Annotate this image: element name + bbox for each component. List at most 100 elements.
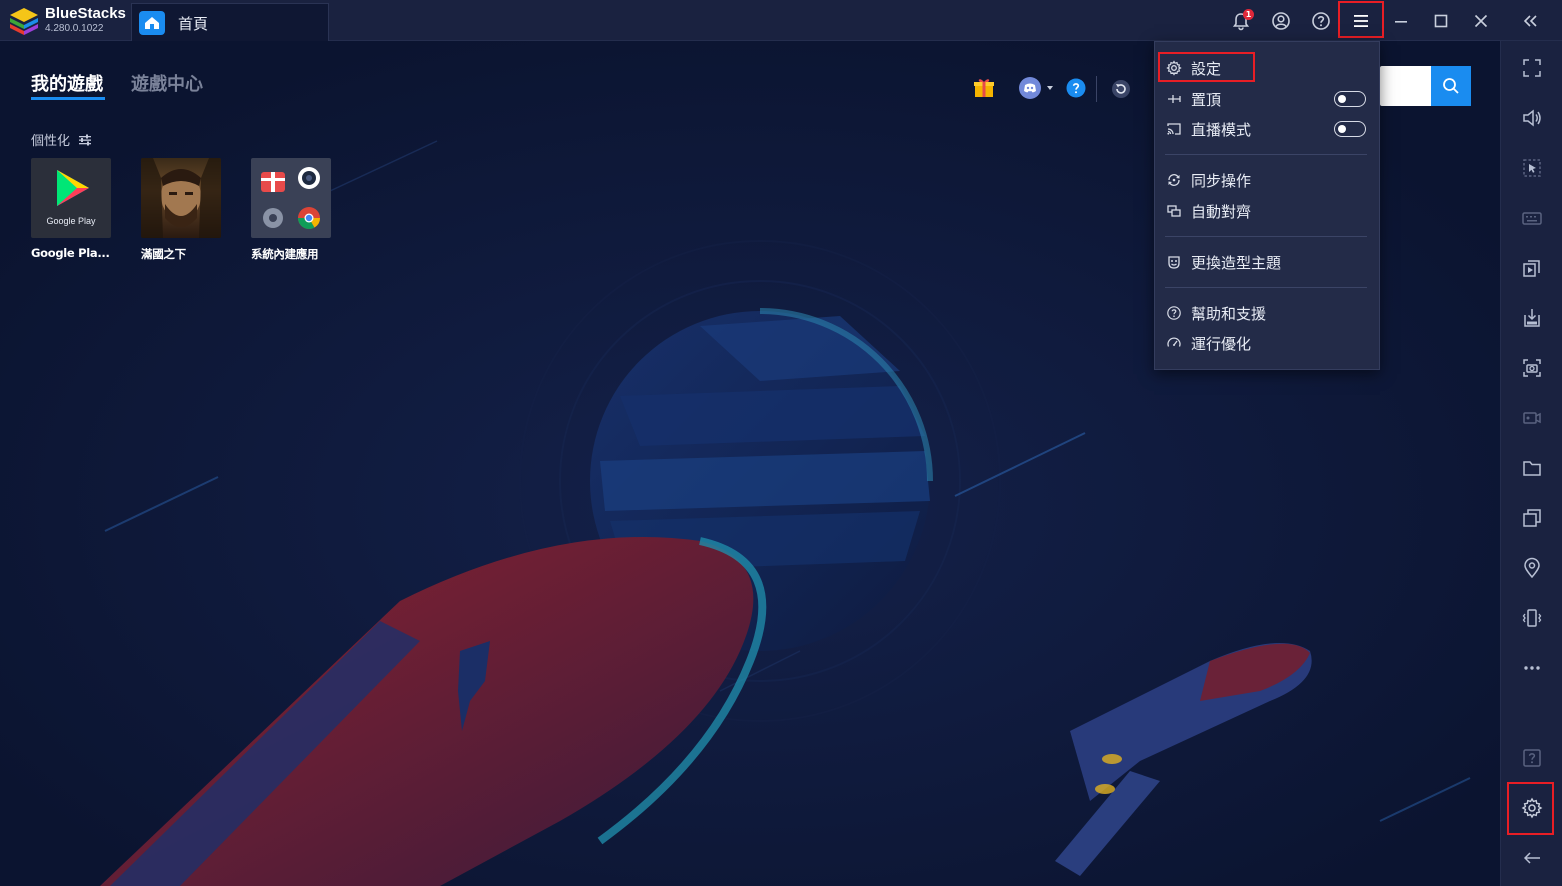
tab-home-label: 首頁 — [178, 15, 209, 33]
right-sidebar — [1500, 41, 1562, 886]
shake-device-icon — [1522, 609, 1542, 627]
more-dots-icon — [1524, 666, 1540, 670]
close-button[interactable] — [1461, 0, 1501, 41]
menu-item-streaming-mode[interactable]: 直播模式 — [1165, 116, 1371, 142]
app-system-apps[interactable]: 系統內建應用 — [251, 158, 331, 262]
record-video-button[interactable] — [1501, 398, 1562, 438]
fullscreen-icon — [1523, 59, 1541, 77]
personalize-label: 個性化 — [31, 134, 71, 149]
menu-item-help-support[interactable]: 幫助和支援 — [1165, 300, 1371, 326]
install-apk-button[interactable] — [1501, 298, 1562, 338]
app-label: Google Pla... — [31, 246, 110, 260]
location-button[interactable] — [1501, 548, 1562, 588]
brand: BlueStacks 4.280.0.1022 — [45, 5, 126, 35]
title-bar: BlueStacks 4.280.0.1022 首頁 1 — [0, 0, 1562, 41]
theme-icon — [1165, 253, 1183, 271]
shake-button[interactable] — [1501, 598, 1562, 638]
sliders-icon — [79, 134, 92, 145]
question-square-icon — [1523, 749, 1541, 767]
support-button[interactable] — [1066, 78, 1086, 98]
menu-item-pin-on-top[interactable]: 置頂 — [1165, 86, 1371, 112]
speedometer-icon — [1165, 334, 1183, 352]
screen-mapping-button[interactable] — [1501, 148, 1562, 188]
home-icon — [139, 11, 165, 35]
menu-item-label: 自動對齊 — [1191, 202, 1252, 221]
apk-install-icon — [1524, 309, 1540, 327]
multi-instance-button[interactable] — [1501, 498, 1562, 538]
toolbar-divider — [1096, 76, 1097, 102]
bluestacks-logo-icon — [10, 8, 38, 35]
menu-item-label: 更換造型主題 — [1191, 253, 1282, 272]
minimize-icon — [1395, 20, 1407, 23]
more-options-button[interactable] — [1501, 648, 1562, 688]
app-name: BlueStacks — [45, 5, 126, 22]
notification-badge: 1 — [1243, 9, 1254, 20]
location-pin-icon — [1524, 557, 1540, 579]
video-camera-icon — [1523, 412, 1541, 424]
pin-icon — [1165, 90, 1183, 108]
arrow-left-icon — [1523, 852, 1540, 864]
double-chevron-left-icon — [1523, 14, 1537, 27]
volume-button[interactable] — [1501, 98, 1562, 138]
account-button[interactable] — [1261, 0, 1301, 41]
game-portrait-icon — [141, 158, 221, 238]
search-input[interactable] — [1380, 66, 1431, 106]
media-import-icon — [1523, 260, 1540, 277]
keyboard-button[interactable] — [1501, 198, 1562, 238]
app-google-play[interactable]: Google Play Google Pla... — [31, 158, 111, 260]
personalize-button[interactable]: 個性化 — [31, 130, 92, 149]
fullscreen-button[interactable] — [1501, 48, 1562, 88]
refresh-button[interactable] — [1111, 79, 1131, 99]
google-play-icon: Google Play — [31, 158, 111, 238]
minimize-button[interactable] — [1381, 0, 1421, 41]
menu-divider — [1165, 236, 1367, 237]
maximize-icon — [1434, 14, 1448, 27]
gift-button[interactable] — [972, 76, 996, 100]
google-play-sublabel: Google Play — [46, 216, 96, 226]
help-button[interactable] — [1301, 0, 1341, 41]
folder-button[interactable] — [1501, 448, 1562, 488]
close-icon — [1474, 14, 1488, 27]
account-icon — [1272, 11, 1290, 30]
tab-game-center[interactable]: 遊戲中心 — [131, 70, 203, 96]
align-windows-icon — [1165, 202, 1183, 220]
question-badge-icon — [1066, 78, 1086, 98]
tab-home[interactable]: 首頁 — [131, 3, 329, 41]
collapse-sidebar-button[interactable] — [1510, 0, 1550, 41]
sidebar-help-button[interactable] — [1501, 738, 1562, 778]
maximize-button[interactable] — [1421, 0, 1461, 41]
streaming-mode-toggle[interactable] — [1334, 121, 1366, 137]
discord-button[interactable] — [1016, 76, 1056, 100]
volume-icon — [1523, 109, 1541, 127]
app-label: 滿國之下 — [141, 247, 186, 261]
back-button[interactable] — [1501, 838, 1562, 878]
gift-icon — [974, 79, 994, 97]
sync-icon — [1165, 171, 1183, 189]
pointer-select-icon — [1523, 159, 1541, 177]
menu-item-auto-align[interactable]: 自動對齊 — [1165, 198, 1371, 224]
menu-item-change-theme[interactable]: 更換造型主題 — [1165, 249, 1371, 275]
menu-item-label: 運行優化 — [1191, 334, 1252, 353]
screenshot-button[interactable] — [1501, 348, 1562, 388]
app-version: 4.280.0.1022 — [45, 23, 104, 34]
discord-icon — [1018, 77, 1041, 99]
media-manager-button[interactable] — [1501, 248, 1562, 288]
refresh-icon — [1112, 80, 1130, 98]
folder-icon — [1523, 461, 1541, 476]
menu-item-label: 同步操作 — [1191, 171, 1252, 190]
app-game[interactable]: 滿國之下 — [141, 158, 221, 262]
menu-item-performance-optimization[interactable]: 運行優化 — [1165, 330, 1371, 356]
tab-my-games[interactable]: 我的遊戲 — [31, 70, 103, 96]
active-tab-underline — [31, 97, 105, 100]
menu-item-label: 直播模式 — [1191, 120, 1252, 139]
notifications-button[interactable]: 1 — [1221, 0, 1261, 41]
pin-on-top-toggle[interactable] — [1334, 91, 1366, 107]
help-circle-icon — [1312, 11, 1330, 30]
sidebar-settings-highlight — [1507, 782, 1554, 835]
menu-divider — [1165, 287, 1367, 288]
search-icon — [1443, 78, 1459, 94]
menu-item-sync-operations[interactable]: 同步操作 — [1165, 167, 1371, 193]
settings-highlight — [1158, 52, 1255, 82]
search-button[interactable] — [1431, 66, 1471, 106]
caret-down-icon — [1046, 86, 1053, 90]
